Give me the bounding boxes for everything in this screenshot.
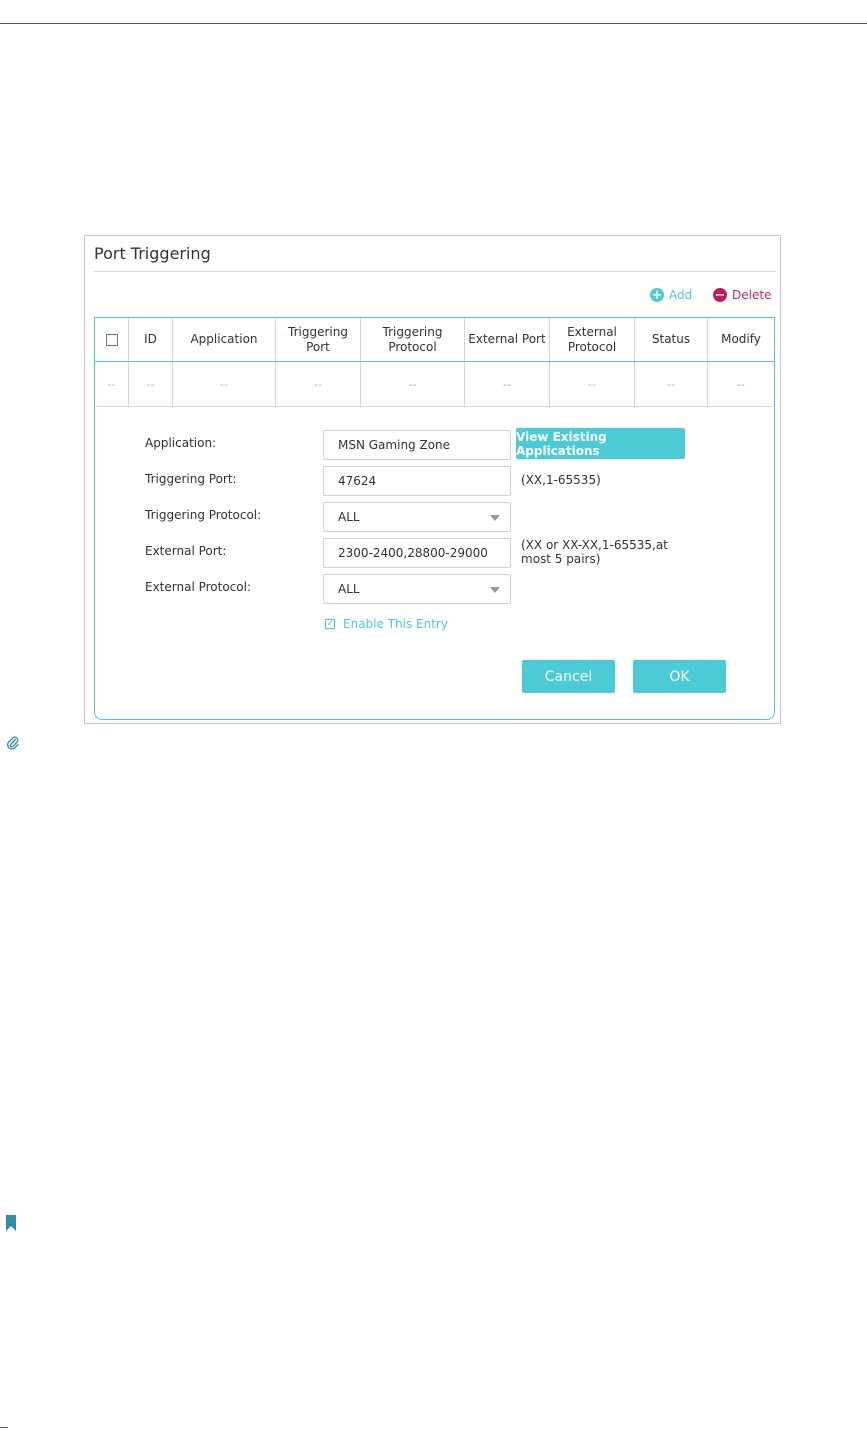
row-cell: --: [465, 362, 550, 406]
enable-entry-toggle[interactable]: ✓ Enable This Entry: [325, 617, 448, 631]
port-triggering-table: ID Application Triggering Port Triggerin…: [94, 317, 775, 720]
application-input[interactable]: MSN Gaming Zone: [323, 430, 511, 460]
external-port-input[interactable]: 2300-2400,28800-29000: [323, 538, 511, 568]
title-divider: [94, 271, 776, 272]
triggering-port-input[interactable]: 47624: [323, 466, 511, 496]
row-cell: --: [95, 362, 129, 406]
view-existing-applications-button[interactable]: View Existing Applications: [516, 428, 685, 459]
external-port-hint: (XX or XX-XX,1-65535,at most 5 pairs): [521, 538, 668, 566]
col-id: ID: [129, 318, 173, 361]
add-button[interactable]: + Add: [650, 288, 692, 302]
delete-button[interactable]: − Delete: [713, 288, 771, 302]
row-cell: --: [550, 362, 635, 406]
external-protocol-value: ALL: [338, 582, 360, 596]
row-cell: --: [173, 362, 276, 406]
col-external-protocol: External Protocol: [550, 318, 635, 361]
col-modify: Modify: [721, 332, 761, 346]
col-external-port: External Port: [465, 318, 550, 361]
bookmark-icon: [6, 1215, 16, 1235]
external-port-label: External Port:: [145, 544, 227, 558]
port-triggering-panel: Port Triggering + Add − Delete ID Applic…: [84, 235, 781, 724]
ok-button[interactable]: OK: [633, 660, 726, 693]
col-triggering-protocol: Triggering Protocol: [361, 318, 465, 361]
add-label: Add: [669, 288, 693, 302]
page-footer-mark: [0, 1427, 8, 1428]
page-header-rule: [0, 23, 867, 24]
triggering-port-hint: (XX,1-65535): [521, 473, 601, 487]
row-cell: --: [129, 362, 173, 406]
triggering-port-label: Triggering Port:: [145, 472, 237, 486]
row-cell: --: [276, 362, 361, 406]
row-cell: --: [737, 377, 745, 391]
select-all-checkbox[interactable]: [105, 333, 118, 346]
col-triggering-port: Triggering Port: [276, 318, 361, 361]
select-all-cell: [95, 318, 129, 361]
triggering-protocol-select[interactable]: ALL: [323, 502, 511, 532]
enable-entry-label: Enable This Entry: [343, 617, 448, 631]
table-header: ID Application Triggering Port Triggerin…: [95, 318, 774, 362]
enable-entry-checkbox[interactable]: ✓: [325, 619, 335, 629]
triggering-protocol-value: ALL: [338, 510, 360, 524]
col-application: Application: [173, 318, 276, 361]
row-cell: --: [361, 362, 465, 406]
cancel-button[interactable]: Cancel: [522, 660, 615, 693]
table-row: -- -- -- -- -- -- -- -- --: [95, 362, 774, 407]
external-protocol-label: External Protocol:: [145, 580, 252, 594]
delete-label: Delete: [732, 288, 772, 302]
panel-title: Port Triggering: [94, 244, 211, 263]
minus-circle-icon: −: [713, 287, 727, 303]
triggering-protocol-label: Triggering Protocol:: [145, 508, 262, 522]
row-cell: --: [635, 362, 708, 406]
plus-circle-icon: +: [650, 287, 664, 303]
external-protocol-select[interactable]: ALL: [323, 574, 511, 604]
paperclip-icon: [6, 735, 20, 754]
col-status: Status: [635, 318, 708, 361]
application-label: Application:: [145, 436, 217, 450]
